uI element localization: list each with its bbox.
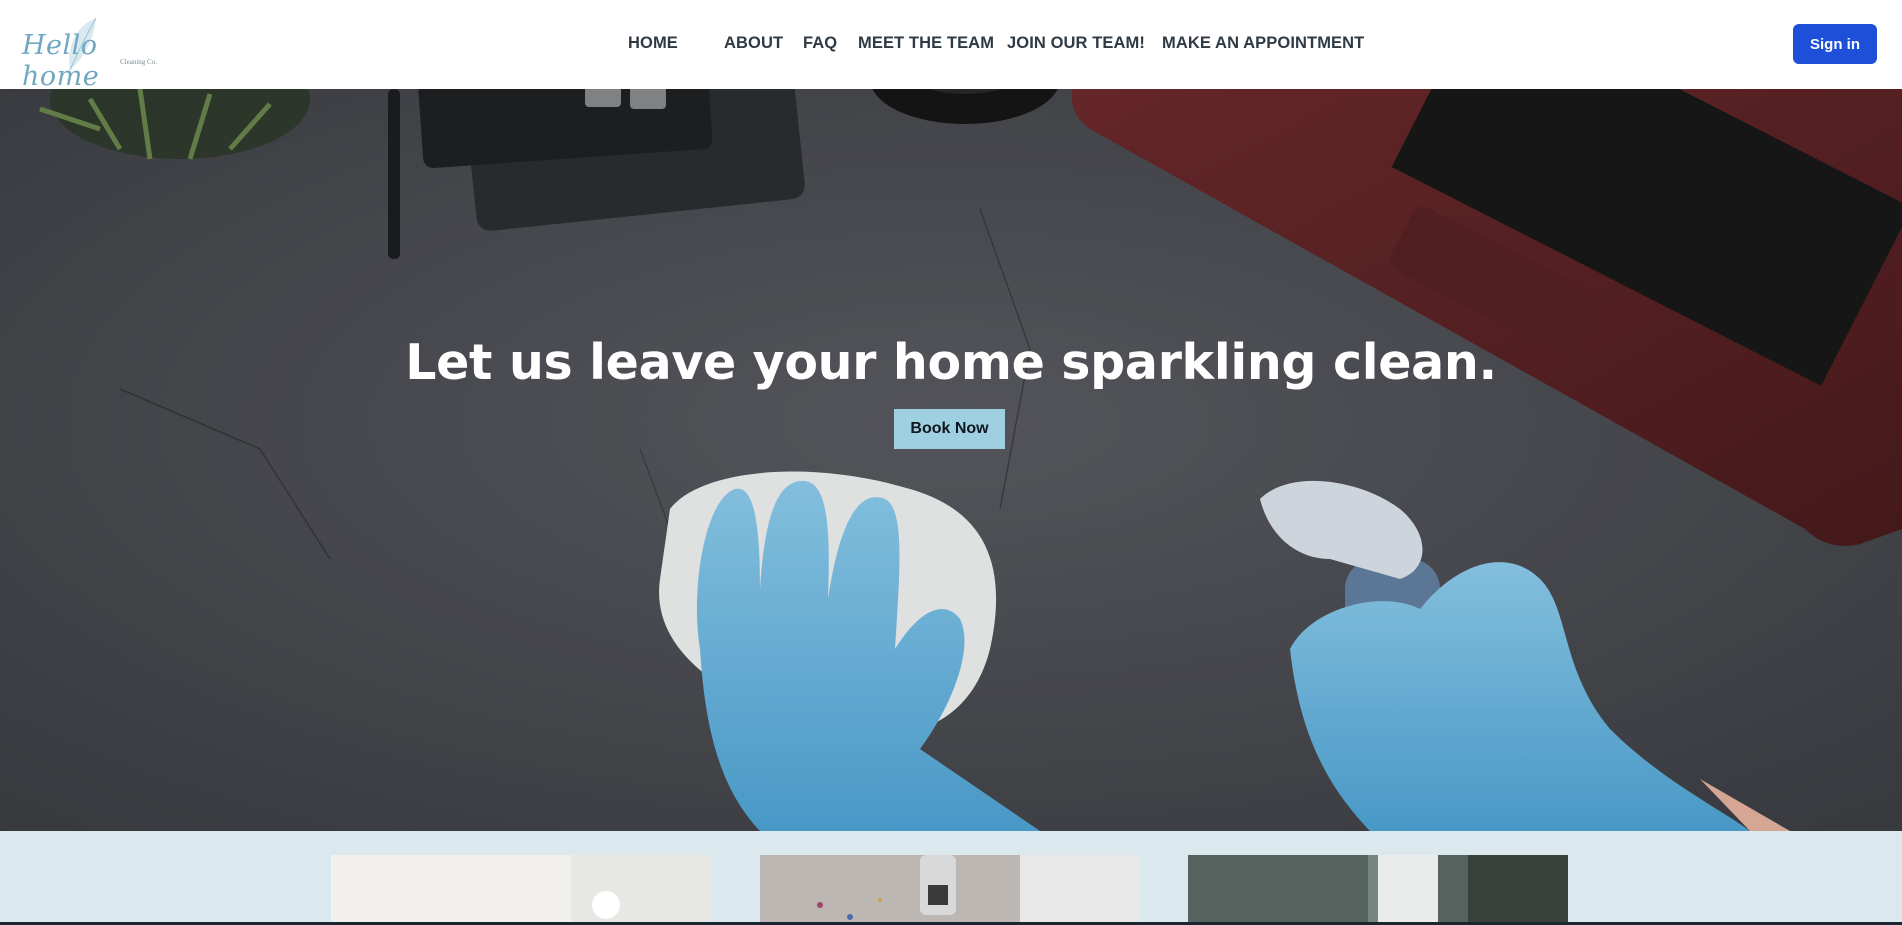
service-card-image[interactable] <box>1188 855 1568 925</box>
nav-make-appointment[interactable]: MAKE AN APPOINTMENT <box>1162 34 1364 53</box>
nav-about[interactable]: ABOUT <box>724 34 783 53</box>
nav-join-our-team[interactable]: JOIN OUR TEAM! <box>1007 34 1145 53</box>
hero-headline: Let us leave your home sparkling clean. <box>405 334 1497 391</box>
nav-meet-the-team[interactable]: MEET THE TEAM <box>858 34 994 53</box>
service-card-image[interactable] <box>331 855 711 925</box>
hero-background-image <box>0 89 1902 831</box>
service-card-image[interactable] <box>760 855 1140 925</box>
services-strip <box>0 831 1902 925</box>
sign-in-button[interactable]: Sign in <box>1793 24 1877 64</box>
brand-logo[interactable]: Hello home Cleaning Co. <box>16 14 166 92</box>
logo-tagline: Cleaning Co. <box>120 58 157 66</box>
hero-section: Let us leave your home sparkling clean. … <box>0 89 1902 831</box>
nav-faq[interactable]: FAQ <box>803 34 837 53</box>
site-header: Hello home Cleaning Co. HOME ABOUT FAQ M… <box>0 0 1902 92</box>
book-now-button[interactable]: Book Now <box>894 409 1005 449</box>
nav-home[interactable]: HOME <box>628 34 678 53</box>
